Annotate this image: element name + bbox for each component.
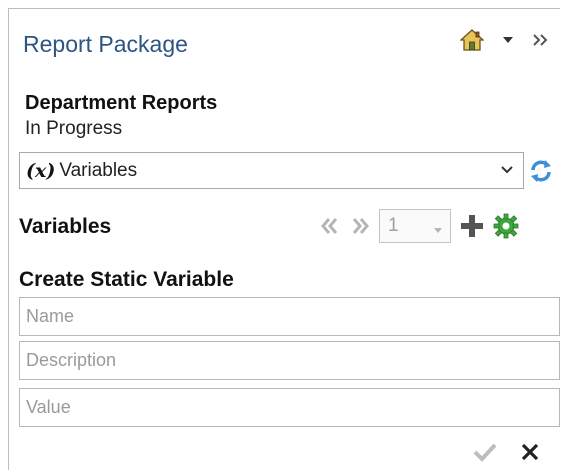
gear-icon[interactable]	[493, 213, 519, 239]
refresh-icon[interactable]	[528, 158, 554, 184]
variables-icon: (x)	[26, 159, 56, 182]
value-field[interactable]	[19, 388, 560, 427]
chevron-down-icon	[499, 160, 515, 186]
prev-icon[interactable]	[319, 215, 341, 237]
caret-down-icon[interactable]	[502, 35, 514, 45]
add-icon[interactable]	[459, 213, 485, 239]
double-chevron-right-icon[interactable]	[532, 33, 550, 47]
header-icons	[460, 29, 550, 51]
home-icon[interactable]	[460, 29, 484, 51]
variables-nav: 1	[319, 209, 519, 243]
form-actions	[472, 441, 540, 463]
panel-header: Report Package	[9, 9, 560, 71]
report-package-panel: Report Package Department Reports In Pro	[8, 8, 560, 470]
view-select-value: Variables	[59, 159, 138, 181]
checkmark-icon[interactable]	[472, 441, 498, 463]
view-select[interactable]: (x) Variables	[19, 152, 524, 189]
panel-title: Report Package	[23, 31, 188, 57]
next-icon[interactable]	[349, 215, 371, 237]
package-name: Department Reports	[25, 92, 218, 114]
description-field[interactable]	[19, 341, 560, 380]
page-select[interactable]: 1	[379, 209, 451, 243]
create-variable-title: Create Static Variable	[19, 268, 234, 291]
chevron-down-icon	[432, 220, 444, 242]
section-title: Variables	[19, 215, 112, 238]
variables-toolbar: Variables 1	[9, 207, 560, 247]
package-status: In Progress	[25, 118, 123, 139]
page-select-value: 1	[388, 215, 399, 236]
name-field[interactable]	[19, 297, 560, 336]
close-icon[interactable]	[520, 442, 540, 462]
